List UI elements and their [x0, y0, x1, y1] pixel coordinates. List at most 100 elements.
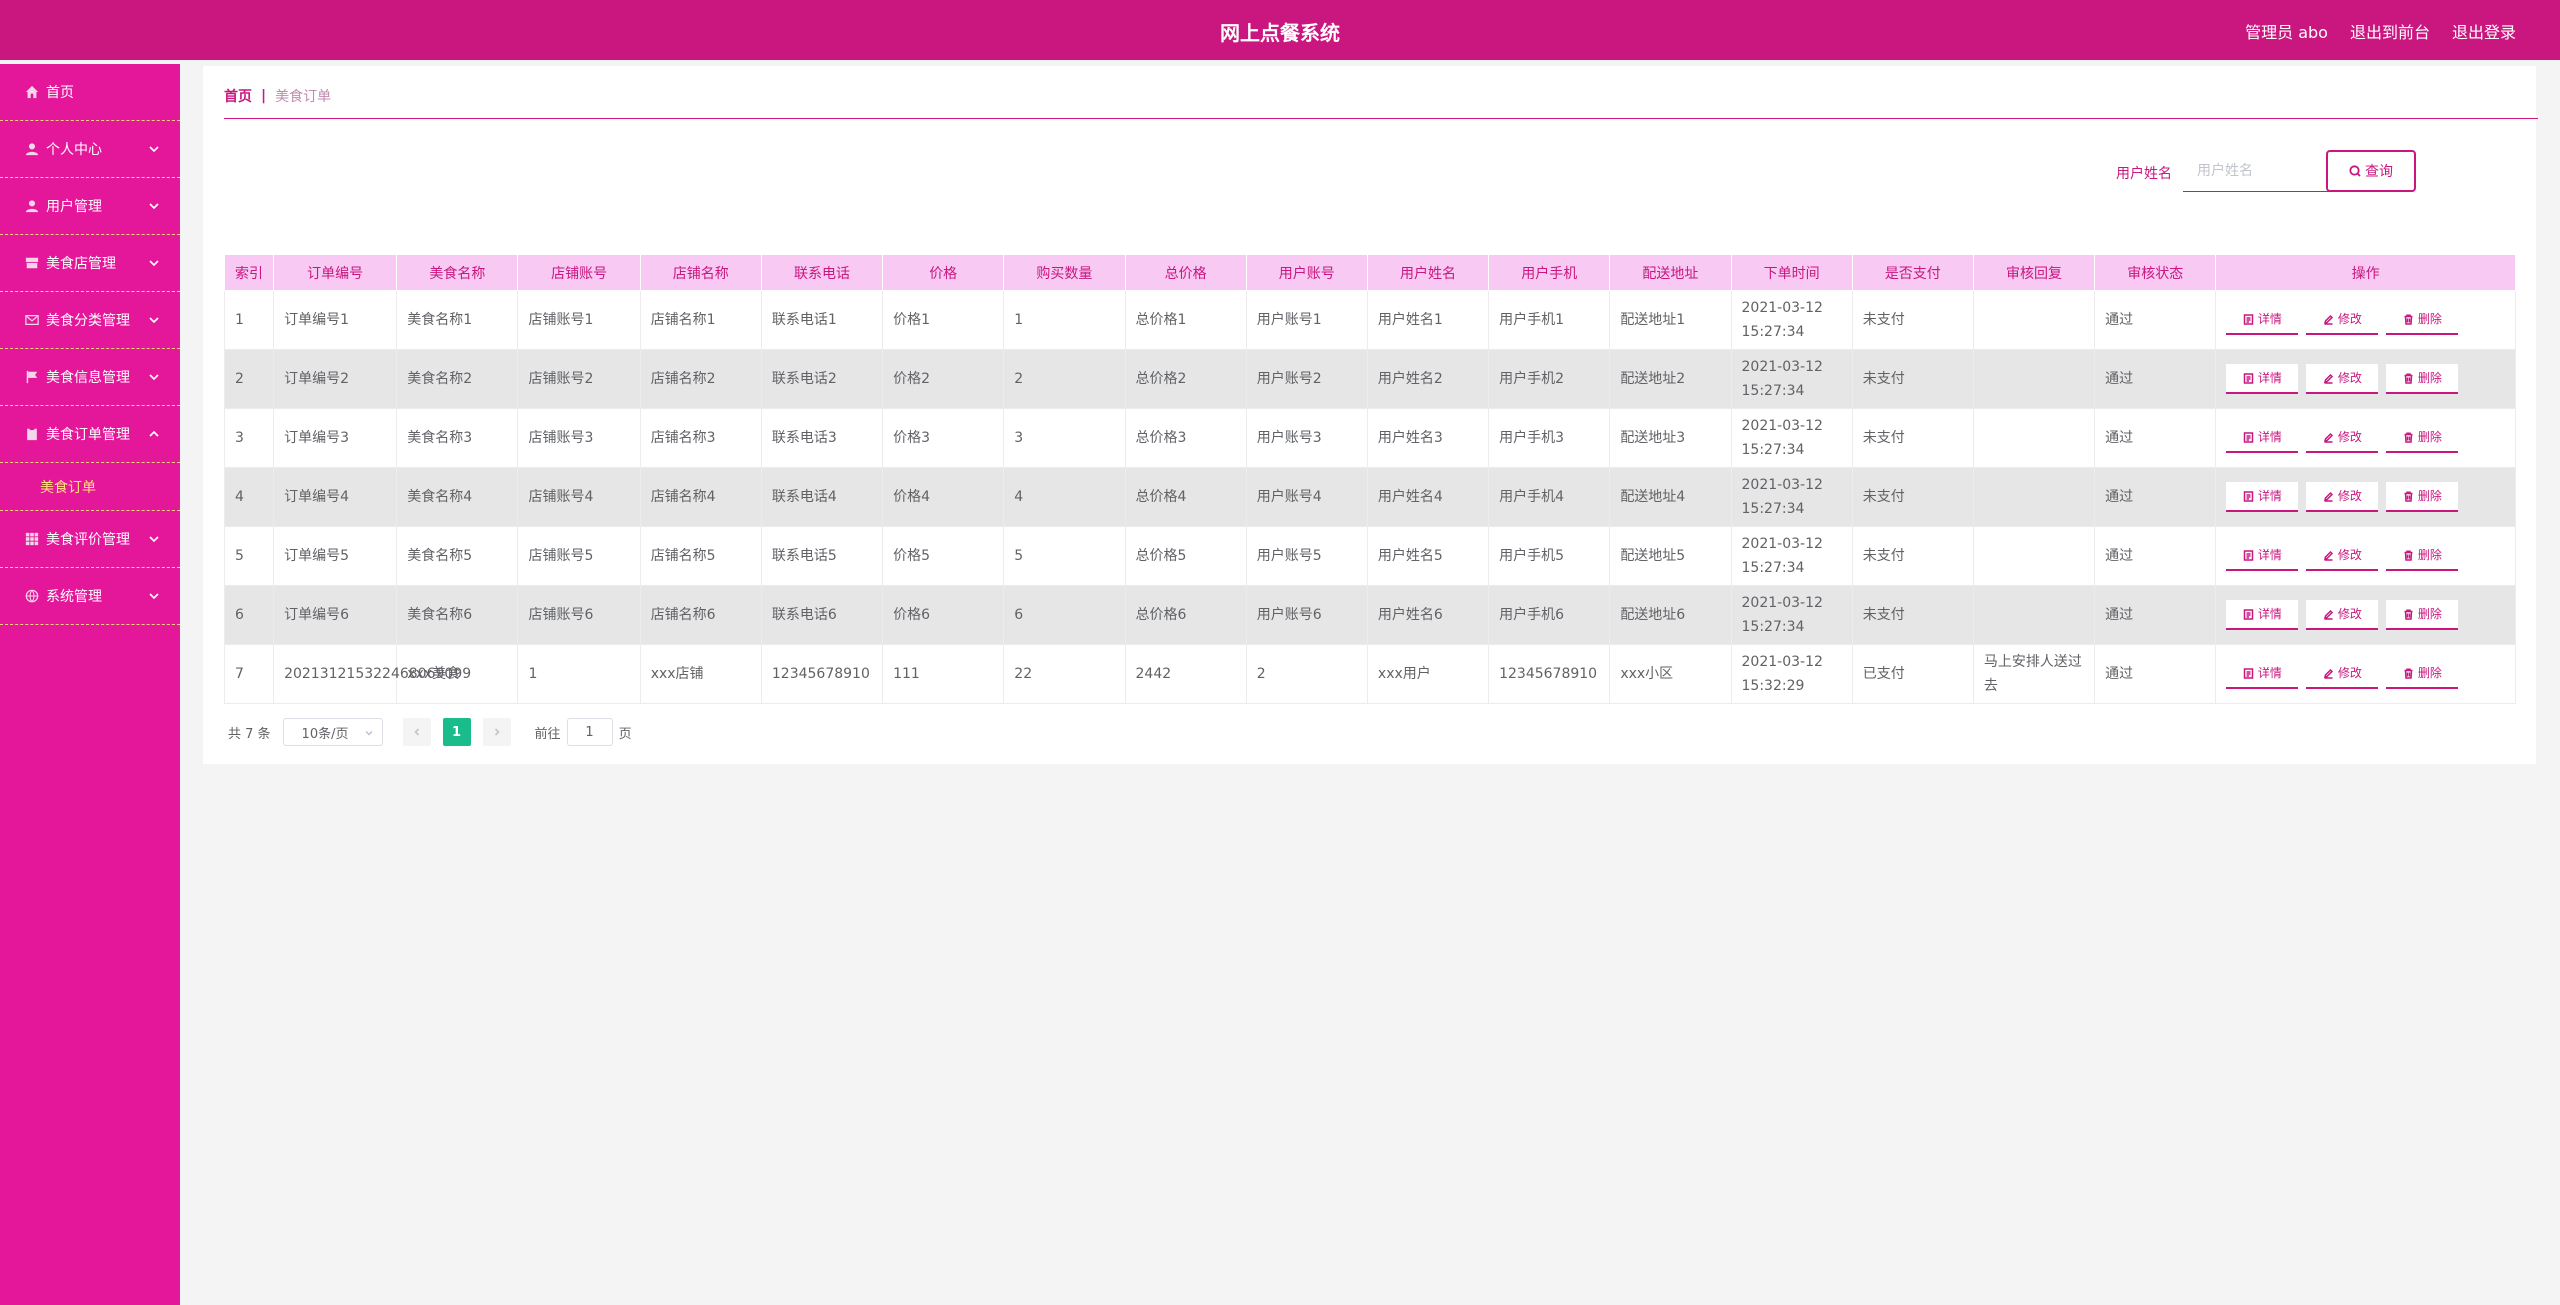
top-header: 网上点餐系统 管理员 abo 退出到前台 退出登录	[0, 0, 2560, 60]
edit-button[interactable]: 修改	[2306, 659, 2379, 689]
table-cell: 2	[223, 349, 275, 409]
table-row: 2 订单编号2 美食名称2 店铺账号2 店铺名称2 联系电话2 价格2 2 总价格2 用户账号2 用…	[223, 349, 2516, 409]
detail-button-label: 详情	[2257, 548, 2282, 562]
document-icon	[2243, 667, 2258, 679]
table-cell: 用户姓名5	[1366, 526, 1490, 586]
table-cell: 店铺名称6	[639, 585, 762, 645]
home-icon	[24, 84, 40, 100]
sidebar-item-category-management[interactable]: 美食分类管理	[0, 292, 180, 349]
table-cell: 通过	[2094, 290, 2217, 350]
page-size-select[interactable]: 10条/页	[282, 718, 383, 746]
delete-button[interactable]: 删除	[2386, 600, 2459, 630]
prev-page-button[interactable]	[402, 718, 431, 746]
detail-button[interactable]: 详情	[2226, 541, 2299, 571]
table-cell-actions: 详情 修改 删除	[2215, 526, 2516, 586]
table-cell: 用户姓名3	[1366, 408, 1490, 468]
edit-button[interactable]: 修改	[2306, 541, 2379, 571]
table-cell: 美食名称6	[396, 585, 519, 645]
table-cell: 用户账号3	[1245, 408, 1368, 468]
detail-button[interactable]: 详情	[2226, 423, 2299, 453]
chevron-down-icon	[148, 143, 160, 155]
goto-page-input[interactable]	[566, 718, 613, 746]
delete-button-label: 删除	[2417, 371, 2442, 385]
trash-icon	[2403, 667, 2418, 679]
chevron-down-icon	[365, 730, 373, 736]
edit-button[interactable]: 修改	[2306, 423, 2379, 453]
page-number-active[interactable]: 1	[442, 718, 471, 746]
table-cell: 4	[1003, 467, 1126, 527]
table-cell: 3	[1003, 408, 1126, 468]
table-cell: 111	[882, 644, 1005, 704]
chevron-down-icon	[148, 590, 160, 602]
breadcrumb-home[interactable]: 首页	[224, 86, 252, 106]
sidebar-item-label: 美食订单管理	[46, 427, 130, 443]
sidebar-item-system-management[interactable]: 系统管理	[0, 568, 180, 625]
table-cell: xxx小区	[1609, 644, 1732, 704]
table-cell: 配送地址2	[1609, 349, 1732, 409]
next-page-button[interactable]	[482, 718, 511, 746]
edit-button[interactable]: 修改	[2306, 364, 2379, 394]
detail-button[interactable]: 详情	[2226, 659, 2299, 689]
sidebar-item-label: 用户管理	[46, 199, 102, 215]
table-cell: 总价格1	[1124, 290, 1247, 350]
delete-button[interactable]: 删除	[2386, 482, 2459, 512]
column-header: 审核回复	[1972, 254, 2096, 291]
query-button[interactable]: 查询	[2326, 150, 2416, 192]
table-cell: 通过	[2094, 644, 2217, 704]
detail-button-label: 详情	[2257, 430, 2282, 444]
table-cell: 用户账号2	[1245, 349, 1368, 409]
pencil-icon	[2323, 550, 2338, 561]
table-cell: 美食名称4	[396, 467, 519, 527]
sidebar-item-order-management[interactable]: 美食订单管理	[0, 406, 180, 463]
query-button-label: 查询	[2365, 164, 2393, 180]
delete-button[interactable]: 删除	[2386, 659, 2459, 689]
table-cell: 总价格2	[1124, 349, 1247, 409]
table-cell: 订单编号1	[273, 290, 398, 350]
chevron-down-icon	[148, 200, 160, 212]
table-cell: 店铺账号2	[517, 349, 641, 409]
sidebar-item-food-info-management[interactable]: 美食信息管理	[0, 349, 180, 406]
delete-button[interactable]: 删除	[2386, 305, 2459, 335]
column-header: 联系电话	[760, 254, 884, 291]
table-cell: 配送地址6	[1609, 585, 1732, 645]
column-header: 购买数量	[1003, 254, 1126, 291]
column-header: 索引	[223, 254, 275, 291]
document-icon	[2243, 490, 2258, 502]
table-cell: 价格3	[882, 408, 1005, 468]
table-cell: 联系电话2	[760, 349, 884, 409]
sidebar-subitem-food-order[interactable]: 美食订单	[0, 463, 180, 511]
table-cell: 订单编号6	[273, 585, 398, 645]
detail-button[interactable]: 详情	[2226, 305, 2299, 335]
table-cell: 店铺名称3	[639, 408, 762, 468]
table-cell: 6	[1003, 585, 1126, 645]
detail-button[interactable]: 详情	[2226, 600, 2299, 630]
table-cell	[1972, 408, 2096, 468]
sidebar-item-label: 个人中心	[46, 142, 102, 158]
sidebar-item-review-management[interactable]: 美食评价管理	[0, 511, 180, 568]
edit-button-label: 修改	[2337, 548, 2362, 562]
sidebar-item-user-management[interactable]: 用户管理	[0, 178, 180, 235]
delete-button[interactable]: 删除	[2386, 423, 2459, 453]
delete-button[interactable]: 删除	[2386, 541, 2459, 571]
table-cell: 配送地址1	[1609, 290, 1732, 350]
pencil-icon	[2323, 432, 2338, 443]
goto-prefix: 前往	[534, 726, 561, 742]
edit-button[interactable]: 修改	[2306, 600, 2379, 630]
table-cell: 店铺账号1	[517, 290, 641, 350]
delete-button-label: 删除	[2417, 666, 2442, 680]
table-cell: 价格1	[882, 290, 1005, 350]
detail-button[interactable]: 详情	[2226, 364, 2299, 394]
delete-button[interactable]: 删除	[2386, 364, 2459, 394]
logout-link[interactable]: 退出登录	[2452, 19, 2516, 43]
detail-button[interactable]: 详情	[2226, 482, 2299, 512]
sidebar-item-shop-management[interactable]: 美食店管理	[0, 235, 180, 292]
table-cell: xxx店铺	[639, 644, 762, 704]
breadcrumb-current: 美食订单	[275, 89, 332, 105]
sidebar-item-home[interactable]: 首页	[0, 64, 180, 121]
edit-button[interactable]: 修改	[2306, 482, 2379, 512]
sidebar-item-personal-center[interactable]: 个人中心	[0, 121, 180, 178]
column-header: 下单时间	[1730, 254, 1853, 291]
edit-button[interactable]: 修改	[2306, 305, 2379, 335]
back-to-front-link[interactable]: 退出到前台	[2350, 19, 2430, 43]
table-cell: 2	[1003, 349, 1126, 409]
